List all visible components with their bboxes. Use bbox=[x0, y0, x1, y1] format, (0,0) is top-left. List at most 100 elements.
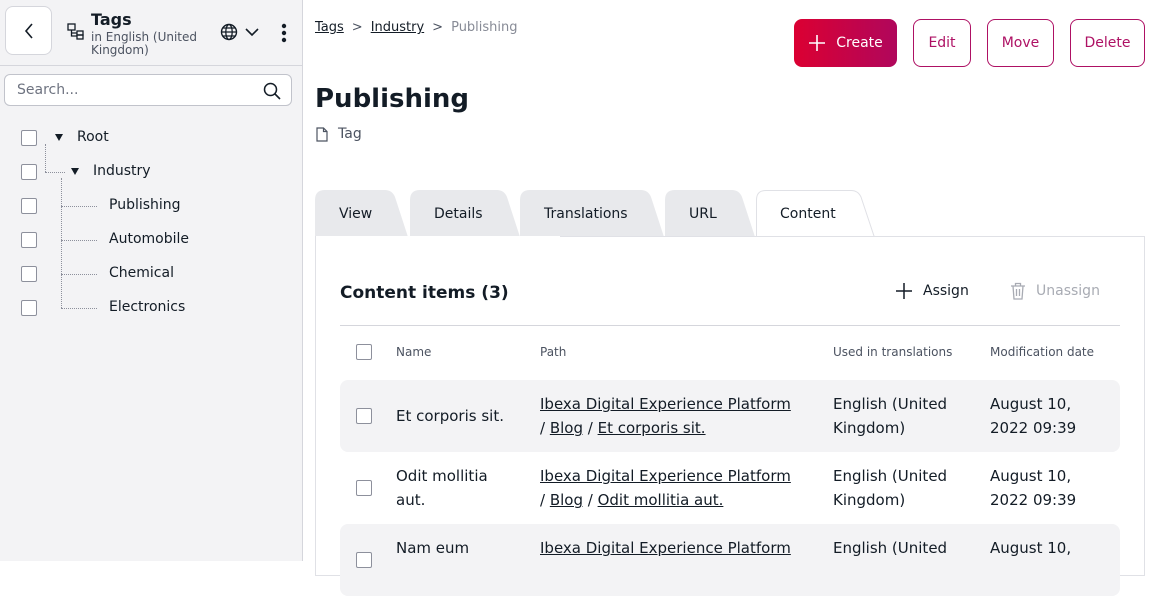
chevron-down-icon bbox=[245, 28, 259, 37]
row-name: Odit mollitia aut. bbox=[396, 464, 488, 512]
file-icon bbox=[316, 126, 328, 142]
tab-label: View bbox=[339, 205, 373, 222]
create-button-label: Create bbox=[836, 35, 883, 51]
breadcrumb-current: Publishing bbox=[451, 20, 518, 35]
select-all-checkbox[interactable] bbox=[356, 344, 372, 360]
more-options-button[interactable] bbox=[275, 20, 293, 46]
date-text: August 10, bbox=[990, 467, 1072, 485]
tree-item-industry[interactable]: Industry bbox=[0, 155, 302, 189]
column-header-translations[interactable]: Used in translations bbox=[833, 345, 952, 359]
tree-item-label[interactable]: Chemical bbox=[109, 265, 174, 281]
chevron-left-icon bbox=[24, 22, 33, 39]
plus-icon bbox=[809, 35, 826, 51]
tab-url[interactable]: URL bbox=[665, 190, 757, 237]
column-header-path[interactable]: Path bbox=[540, 345, 566, 359]
tree-checkbox[interactable] bbox=[21, 300, 37, 316]
tree-checkbox[interactable] bbox=[21, 130, 37, 146]
search-input[interactable] bbox=[5, 75, 255, 105]
path-link[interactable]: Ibexa Digital Experience Platform bbox=[540, 467, 791, 485]
name-text: Odit mollitia bbox=[396, 467, 488, 485]
panel-border bbox=[560, 236, 1145, 237]
breadcrumb-separator: > bbox=[432, 20, 444, 35]
tree-checkbox[interactable] bbox=[21, 266, 37, 282]
tree-item-chemical[interactable]: Chemical bbox=[0, 257, 302, 291]
tab-translations[interactable]: Translations bbox=[520, 190, 666, 237]
page-title: Publishing bbox=[315, 84, 470, 114]
move-button[interactable]: Move bbox=[987, 19, 1054, 67]
content-type: Tag bbox=[316, 126, 362, 142]
row-name: Et corporis sit. bbox=[396, 407, 504, 425]
path-link[interactable]: Blog bbox=[550, 419, 583, 437]
tab-details[interactable]: Details bbox=[410, 190, 522, 237]
sidebar-language: in English (United Kingdom) bbox=[91, 30, 198, 57]
content-type-label: Tag bbox=[338, 126, 362, 142]
language-switcher[interactable] bbox=[220, 20, 266, 44]
row-translations: English (United Kingdom) bbox=[833, 464, 947, 512]
translation-text: English (United bbox=[833, 467, 948, 485]
row-path: Ibexa Digital Experience Platform bbox=[540, 536, 791, 560]
row-name: Nam eum bbox=[396, 539, 470, 557]
unassign-label: Unassign bbox=[1036, 283, 1100, 299]
kebab-menu-icon bbox=[281, 23, 287, 43]
path-link[interactable]: Et corporis sit. bbox=[598, 419, 706, 437]
trash-icon bbox=[1011, 282, 1025, 300]
sidebar-title: Tags bbox=[91, 10, 132, 29]
delete-button[interactable]: Delete bbox=[1070, 19, 1145, 67]
tree-item-label[interactable]: Publishing bbox=[109, 197, 181, 213]
column-header-modification-date[interactable]: Modification date bbox=[990, 345, 1094, 359]
tab-view[interactable]: View bbox=[315, 190, 410, 237]
table-row: Et corporis sit. Ibexa Digital Experienc… bbox=[340, 380, 1120, 452]
tree-checkbox[interactable] bbox=[21, 164, 37, 180]
tree-item-electronics[interactable]: Electronics bbox=[0, 291, 302, 325]
tab-label: Content bbox=[780, 205, 836, 222]
row-checkbox[interactable] bbox=[356, 480, 372, 496]
row-date: August 10, 2022 09:39 bbox=[990, 464, 1076, 512]
path-link[interactable]: Odit mollitia aut. bbox=[598, 491, 724, 509]
create-button[interactable]: Create bbox=[794, 19, 897, 67]
tree-item-automobile[interactable]: Automobile bbox=[0, 223, 302, 257]
assign-label: Assign bbox=[923, 283, 969, 299]
path-link[interactable]: Blog bbox=[550, 491, 583, 509]
breadcrumb-link-industry[interactable]: Industry bbox=[371, 20, 424, 35]
edit-button[interactable]: Edit bbox=[913, 19, 971, 67]
row-translations: English (United bbox=[833, 539, 948, 557]
back-button[interactable] bbox=[5, 6, 52, 55]
row-translations: English (United Kingdom) bbox=[833, 392, 947, 440]
tab-content[interactable]: Content bbox=[756, 190, 876, 238]
row-date: August 10, bbox=[990, 539, 1072, 557]
breadcrumb-separator: > bbox=[351, 20, 363, 35]
heading-divider bbox=[340, 325, 1120, 326]
search-icon[interactable] bbox=[263, 82, 281, 100]
search-box bbox=[4, 74, 292, 106]
tree-item-label[interactable]: Electronics bbox=[109, 299, 185, 315]
assign-button[interactable]: Assign bbox=[895, 282, 969, 300]
tree-item-label[interactable]: Industry bbox=[93, 163, 151, 179]
unassign-button[interactable]: Unassign bbox=[1010, 282, 1100, 300]
table-row: Nam eum Ibexa Digital Experience Platfor… bbox=[340, 524, 1120, 596]
row-checkbox[interactable] bbox=[356, 552, 372, 568]
path-link[interactable]: Ibexa Digital Experience Platform bbox=[540, 395, 791, 413]
tree-checkbox[interactable] bbox=[21, 232, 37, 248]
column-header-name[interactable]: Name bbox=[396, 345, 431, 359]
tree-checkbox[interactable] bbox=[21, 198, 37, 214]
tab-label: Translations bbox=[544, 205, 628, 222]
path-link[interactable]: Ibexa Digital Experience Platform bbox=[540, 539, 791, 557]
translation-text: English (United bbox=[833, 395, 948, 413]
row-date: August 10, 2022 09:39 bbox=[990, 392, 1076, 440]
expand-toggle-icon[interactable] bbox=[55, 134, 63, 141]
expand-toggle-icon[interactable] bbox=[71, 168, 79, 175]
sidebar: Tags in English (United Kingdom) Search.… bbox=[0, 0, 303, 561]
tree-item-root[interactable]: Root bbox=[0, 121, 302, 155]
tree-item-label[interactable]: Root bbox=[77, 129, 109, 145]
globe-icon bbox=[220, 23, 238, 41]
row-checkbox[interactable] bbox=[356, 408, 372, 424]
content-items-heading: Content items (3) bbox=[340, 283, 509, 303]
tree-item-publishing[interactable]: Publishing bbox=[0, 189, 302, 223]
breadcrumb: Tags > Industry > Publishing bbox=[315, 20, 518, 35]
date-text: 2022 09:39 bbox=[990, 491, 1077, 509]
translation-text: Kingdom) bbox=[833, 491, 906, 509]
tree-item-label[interactable]: Automobile bbox=[109, 231, 189, 247]
date-text: 2022 09:39 bbox=[990, 419, 1077, 437]
breadcrumb-link-tags[interactable]: Tags bbox=[315, 20, 344, 35]
tab-label: Details bbox=[434, 205, 483, 222]
